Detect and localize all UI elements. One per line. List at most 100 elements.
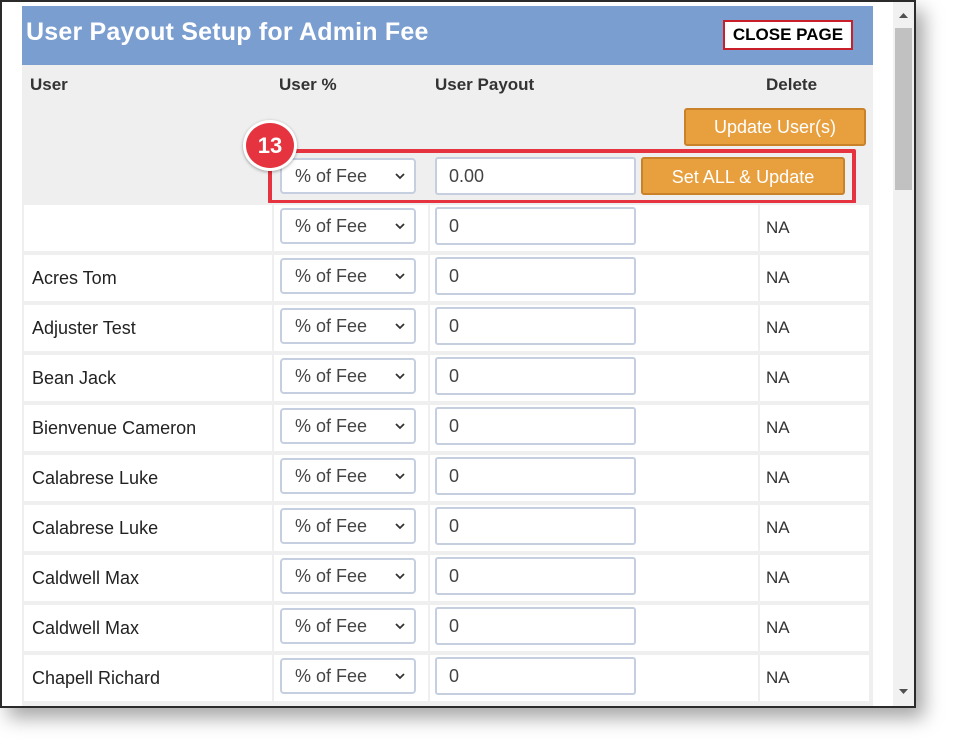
user-payout-input[interactable]: 0 <box>435 407 636 445</box>
callout-step-badge: 13 <box>243 120 297 171</box>
user-pct-value: % of Fee <box>295 616 368 636</box>
user-name: Chapell Richard <box>32 668 161 688</box>
column-header-user-payout: User Payout <box>435 75 535 94</box>
delete-value: NA <box>766 418 790 437</box>
delete-value: NA <box>766 568 790 587</box>
user-payout-input[interactable]: 0 <box>435 457 636 495</box>
user-payout-input[interactable]: 0 <box>435 557 636 595</box>
user-pct-select[interactable]: % of Fee <box>280 508 416 544</box>
user-pct-select[interactable]: % of Fee <box>280 308 416 344</box>
user-pct-select[interactable]: % of Fee <box>280 658 416 694</box>
table-row: Caldwell Max NA % of Fee 0 <box>22 553 873 603</box>
delete-cell: NA <box>760 255 869 301</box>
table-row: Calabrese Luke NA % of Fee 0 <box>22 503 873 553</box>
table-row: Bienvenue Cameron NA % of Fee 0 <box>22 403 873 453</box>
user-cell: Bean Jack <box>24 355 272 401</box>
user-pct-value: % of Fee <box>295 316 368 336</box>
update-users-button[interactable]: Update User(s) <box>684 108 866 146</box>
user-pct-select[interactable]: % of Fee <box>280 608 416 644</box>
user-cell: Acres Tom <box>24 255 272 301</box>
user-name: Calabrese Luke <box>32 468 159 488</box>
user-pct-select[interactable]: % of Fee <box>280 458 416 494</box>
table-row: Acres Tom NA % of Fee 0 <box>22 253 873 303</box>
user-cell: Caldwell Max <box>24 555 272 601</box>
scroll-up-arrow-icon[interactable] <box>898 11 909 19</box>
user-name: Bienvenue Cameron <box>32 418 197 438</box>
chevron-down-icon <box>395 573 405 580</box>
table-row: Bean Jack NA % of Fee 0 <box>22 353 873 403</box>
user-name: Calabrese Luke <box>32 518 159 538</box>
user-cell: Caldwell Max <box>24 605 272 651</box>
delete-cell: NA <box>760 655 869 701</box>
user-pct-select[interactable]: % of Fee <box>280 558 416 594</box>
user-pct-select[interactable]: % of Fee <box>280 358 416 394</box>
delete-value: NA <box>766 518 790 537</box>
user-pct-select[interactable]: % of Fee <box>280 208 416 244</box>
user-pct-value: % of Fee <box>295 266 368 286</box>
user-name: Bean Jack <box>32 368 117 388</box>
user-cell: Bienvenue Cameron <box>24 405 272 451</box>
column-header-delete: Delete <box>766 75 818 94</box>
user-rows: NA % of Fee 0 Acres Tom NA % of Fee 0 Adjuster … <box>22 203 873 706</box>
chevron-down-icon <box>395 673 405 680</box>
delete-cell: NA <box>760 355 869 401</box>
table-row: Calabrese Luke NA % of Fee 0 <box>22 453 873 503</box>
user-pct-value: % of Fee <box>295 516 368 536</box>
vertical-scrollbar[interactable] <box>893 2 914 706</box>
user-pct-value: % of Fee <box>295 216 368 236</box>
scroll-down-arrow-icon[interactable] <box>898 688 909 696</box>
chevron-down-icon <box>395 423 405 430</box>
table-row: Chapell Richard NA % of Fee 0 <box>22 653 873 703</box>
delete-value: NA <box>766 618 790 637</box>
user-cell: Calabrese Luke <box>24 455 272 501</box>
user-payout-input[interactable]: 0 <box>435 607 636 645</box>
user-payout-input[interactable]: 0 <box>435 257 636 295</box>
delete-value: NA <box>766 318 790 337</box>
chevron-down-icon <box>395 623 405 630</box>
user-pct-select[interactable]: % of Fee <box>280 408 416 444</box>
chevron-down-icon <box>395 223 405 230</box>
chevron-down-icon <box>395 373 405 380</box>
user-name: Acres Tom <box>32 268 117 288</box>
scrollbar-thumb[interactable] <box>895 28 912 190</box>
delete-cell: NA <box>760 305 869 351</box>
chevron-down-icon <box>395 473 405 480</box>
column-header-user: User <box>30 75 68 94</box>
chevron-down-icon <box>395 523 405 530</box>
delete-cell: NA <box>760 455 869 501</box>
table-row: Caldwell Max NA % of Fee 0 <box>22 603 873 653</box>
chevron-down-icon <box>395 273 405 280</box>
chevron-down-icon <box>395 323 405 330</box>
user-pct-value: % of Fee <box>295 416 368 436</box>
user-pct-value: % of Fee <box>295 566 368 586</box>
user-payout-input[interactable]: 0 <box>435 657 636 695</box>
user-cell <box>24 205 272 251</box>
user-pct-value: % of Fee <box>295 366 368 386</box>
user-payout-input[interactable]: 0 <box>435 507 636 545</box>
table-row: NA % of Fee 0 <box>22 203 873 253</box>
column-header-user-pct: User % <box>279 75 337 94</box>
user-pct-value: % of Fee <box>295 466 368 486</box>
payout-setup-window: User Payout Setup for Admin Fee CLOSE PA… <box>0 0 916 708</box>
user-name: Caldwell Max <box>32 568 140 588</box>
delete-value: NA <box>766 368 790 387</box>
user-pct-value: % of Fee <box>295 666 368 686</box>
user-cell: Calabrese Luke <box>24 505 272 551</box>
user-cell: Chapell Richard <box>24 655 272 701</box>
user-name: Caldwell Max <box>32 618 140 638</box>
delete-cell: NA <box>760 605 869 651</box>
callout-highlight-box <box>268 149 856 204</box>
user-payout-input[interactable]: 0 <box>435 307 636 345</box>
close-page-button[interactable]: CLOSE PAGE <box>723 20 853 50</box>
delete-cell: NA <box>760 205 869 251</box>
delete-value: NA <box>766 468 790 487</box>
delete-value: NA <box>766 218 790 237</box>
user-cell: Adjuster Test <box>24 305 272 351</box>
user-payout-input[interactable]: 0 <box>435 357 636 395</box>
user-pct-select[interactable]: % of Fee <box>280 258 416 294</box>
page-title: User Payout Setup for Admin Fee <box>26 18 429 46</box>
delete-cell: NA <box>760 555 869 601</box>
delete-cell: NA <box>760 405 869 451</box>
title-bar: User Payout Setup for Admin Fee CLOSE PA… <box>22 6 873 65</box>
user-payout-input[interactable]: 0 <box>435 207 636 245</box>
